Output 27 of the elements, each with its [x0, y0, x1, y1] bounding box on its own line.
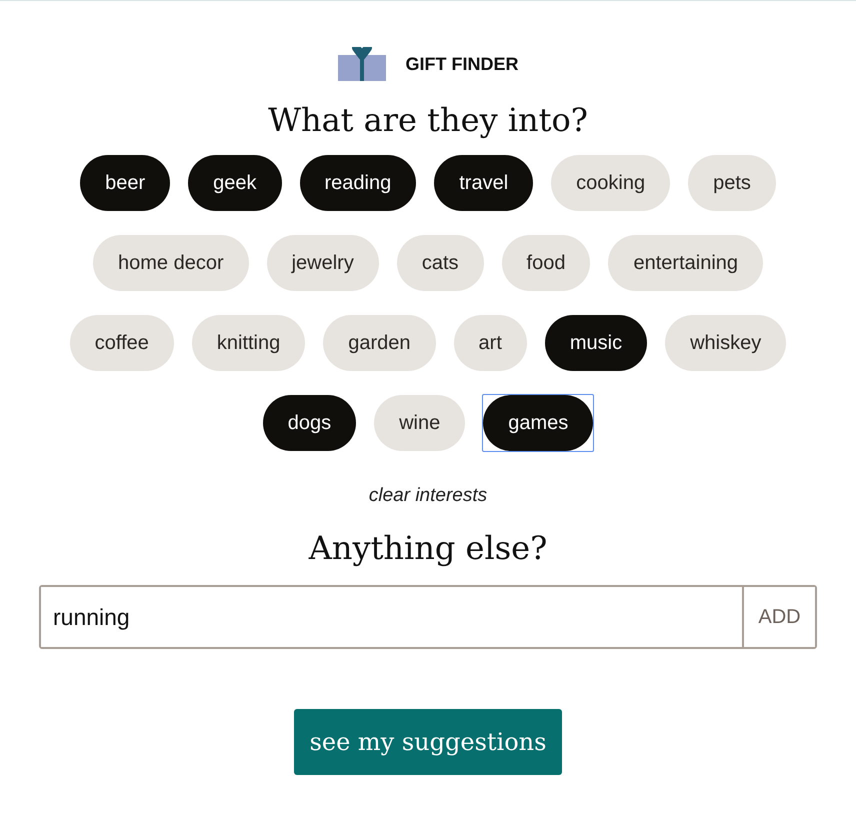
interest-tag[interactable]: cats [396, 235, 484, 291]
interest-tag[interactable]: entertaining [608, 235, 764, 291]
interest-tag[interactable]: pets [688, 155, 776, 211]
interest-tag[interactable]: whiskey [665, 315, 786, 371]
interest-tag[interactable]: knitting [192, 315, 306, 371]
brand-title: GIFT FINDER [406, 54, 518, 74]
interest-tag[interactable]: wine [374, 395, 466, 451]
interest-input[interactable]: running ADD [39, 585, 817, 649]
interest-tag[interactable]: coffee [70, 315, 174, 371]
interests-heading: What are they into? [268, 101, 588, 139]
interest-tag[interactable]: art [454, 315, 527, 371]
interest-tag[interactable]: home decor [92, 235, 249, 291]
interest-tag[interactable]: beer [80, 155, 170, 211]
interest-tag[interactable]: games [483, 395, 594, 451]
interest-tag[interactable]: cooking [551, 155, 670, 211]
clear-interests-link[interactable]: clear interests [368, 485, 488, 507]
interest-tag[interactable]: garden [323, 315, 436, 371]
interest-tag[interactable]: music [544, 315, 648, 371]
gift-icon [338, 47, 386, 81]
interest-tag[interactable]: food [502, 235, 590, 291]
interest-tag[interactable]: jewelry [266, 235, 379, 291]
interest-tag[interactable]: travel [434, 155, 534, 211]
interest-tag[interactable]: geek [188, 155, 282, 211]
interest-tag[interactable]: dogs [262, 395, 356, 451]
anything-else-heading: Anything else? [308, 529, 548, 567]
suggestions-button[interactable]: see my suggestions [294, 709, 562, 775]
interest-tag[interactable]: reading [300, 155, 416, 211]
